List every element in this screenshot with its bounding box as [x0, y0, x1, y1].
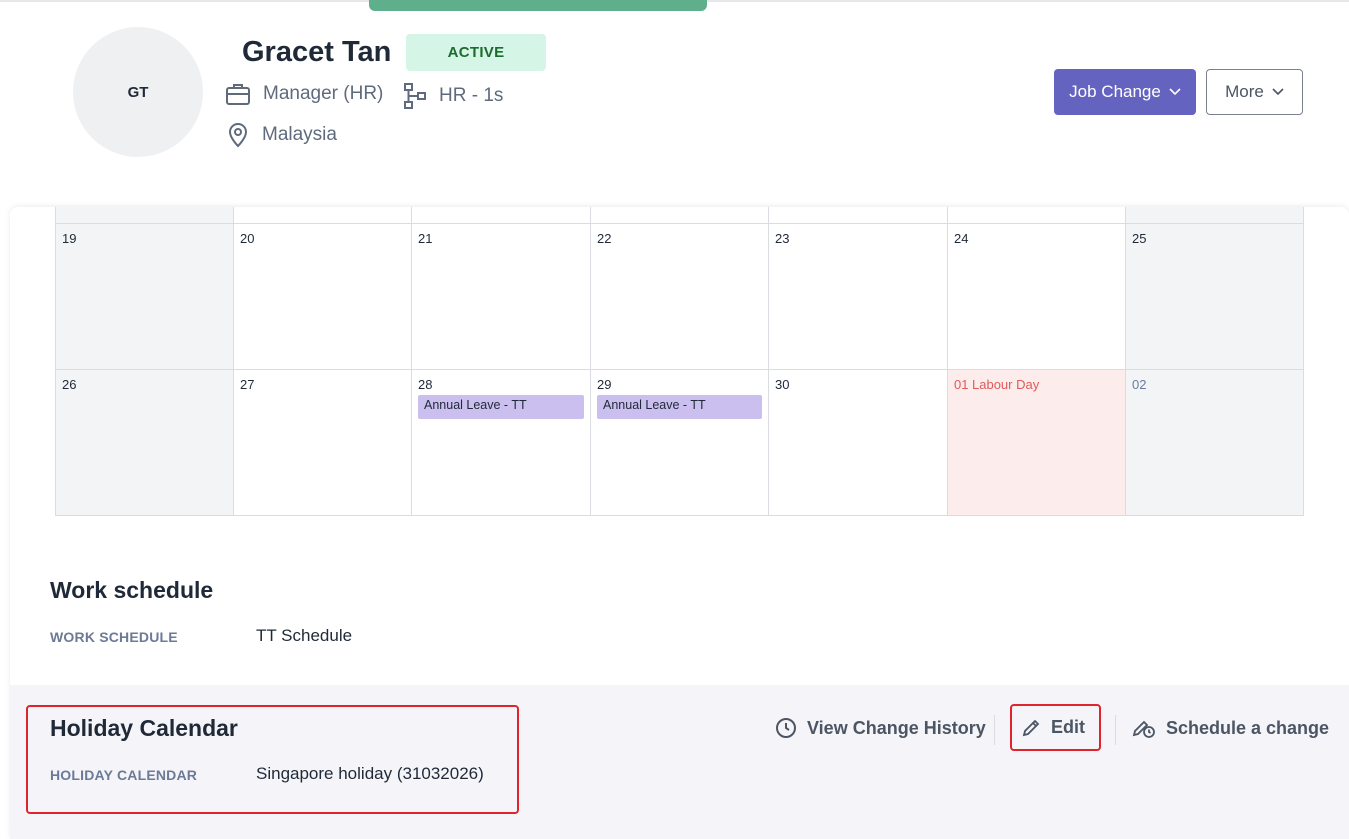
day-number: 28	[418, 377, 433, 392]
day-number: 26	[62, 377, 77, 392]
employee-name: Gracet Tan	[242, 36, 392, 68]
calendar-cell	[769, 207, 948, 224]
department: HR - 1s	[403, 82, 503, 110]
calendar-day-holiday[interactable]: 01 Labour Day	[948, 370, 1126, 516]
day-number: 20	[240, 231, 255, 246]
calendar-row-partial	[55, 207, 1304, 224]
day-number: 25	[1132, 231, 1147, 246]
day-number: 02	[1132, 377, 1147, 392]
calendar-day[interactable]: 21	[412, 224, 591, 370]
calendar-week: 26 27 28 Annual Leave - TT 29 Annual Lea…	[55, 370, 1304, 516]
work-schedule-value: TT Schedule	[256, 626, 353, 645]
avatar: GT	[73, 27, 203, 157]
calendar-day[interactable]: 25	[1126, 224, 1304, 370]
calendar-day[interactable]: 28 Annual Leave - TT	[412, 370, 591, 516]
calendar-day[interactable]: 22	[591, 224, 769, 370]
calendar-day[interactable]: 26	[55, 370, 234, 516]
leave-event[interactable]: Annual Leave - TT	[597, 395, 762, 419]
calendar-day[interactable]: 30	[769, 370, 948, 516]
chevron-down-icon	[1272, 88, 1284, 96]
calendar-cell	[1126, 207, 1304, 224]
calendar-day[interactable]: 27	[234, 370, 412, 516]
top-accent-bar	[369, 0, 707, 11]
calendar-day[interactable]: 02	[1126, 370, 1304, 516]
work-schedule-label: WORK SCHEDULE	[50, 629, 178, 645]
day-number: 22	[597, 231, 612, 246]
job-change-label: Job Change	[1069, 82, 1161, 101]
holiday-name: Labour Day	[972, 377, 1040, 392]
day-number: 01	[954, 377, 969, 392]
holiday-calendar-value: Singapore holiday (31032026)	[256, 764, 484, 783]
schedule-change-label: Schedule a change	[1166, 717, 1330, 738]
chevron-down-icon	[1169, 88, 1181, 96]
department-text: HR - 1s	[439, 85, 504, 106]
briefcase-icon	[226, 84, 250, 105]
location: Malaysia	[226, 122, 337, 148]
job-change-button[interactable]: Job Change	[1054, 69, 1196, 115]
org-chart-icon	[404, 83, 426, 109]
calendar-day[interactable]: 19	[55, 224, 234, 370]
holiday-calendar-section: Holiday Calendar HOLIDAY CALENDAR Singap…	[10, 685, 1349, 839]
calendar-day[interactable]: 23	[769, 224, 948, 370]
leave-event[interactable]: Annual Leave - TT	[418, 395, 584, 419]
status-badge: ACTIVE	[406, 34, 546, 71]
calendar-cell	[948, 207, 1126, 224]
profile-card: 19 20 21 22 23 24 25 26 27 28 Annual Lea…	[10, 207, 1349, 839]
edit-button[interactable]: Edit	[1021, 717, 1085, 738]
calendar-day[interactable]: 20	[234, 224, 412, 370]
holiday-calendar-label: HOLIDAY CALENDAR	[50, 767, 198, 783]
day-number: 30	[775, 377, 790, 392]
more-button[interactable]: More	[1206, 69, 1303, 115]
clock-icon	[776, 718, 796, 738]
divider	[994, 715, 995, 745]
day-number: 29	[597, 377, 612, 392]
view-change-history-button[interactable]: View Change History	[775, 717, 986, 739]
calendar-week: 19 20 21 22 23 24 25	[55, 224, 1304, 370]
pencil-clock-icon	[1132, 720, 1155, 738]
job-title-text: Manager (HR)	[263, 83, 384, 104]
edit-label: Edit	[1051, 717, 1085, 737]
day-number: 19	[62, 231, 77, 246]
day-number: 23	[775, 231, 790, 246]
pencil-icon	[1022, 719, 1040, 736]
schedule-change-button[interactable]: Schedule a change	[1132, 717, 1329, 739]
holiday-calendar-heading: Holiday Calendar	[50, 715, 238, 741]
job-title: Manager (HR)	[225, 82, 383, 106]
calendar-day[interactable]: 29 Annual Leave - TT	[591, 370, 769, 516]
day-number: 21	[418, 231, 433, 246]
calendar-cell	[412, 207, 591, 224]
day-number: 27	[240, 377, 255, 392]
calendar-cell	[591, 207, 769, 224]
calendar-cell	[234, 207, 412, 224]
divider	[1115, 715, 1116, 745]
location-text: Malaysia	[262, 124, 337, 145]
work-schedule-heading: Work schedule	[50, 577, 214, 603]
calendar-cell	[55, 207, 234, 224]
view-change-history-label: View Change History	[807, 717, 986, 738]
calendar-day[interactable]: 24	[948, 224, 1126, 370]
day-number: 24	[954, 231, 969, 246]
location-pin-icon	[228, 123, 248, 148]
more-label: More	[1225, 82, 1264, 101]
